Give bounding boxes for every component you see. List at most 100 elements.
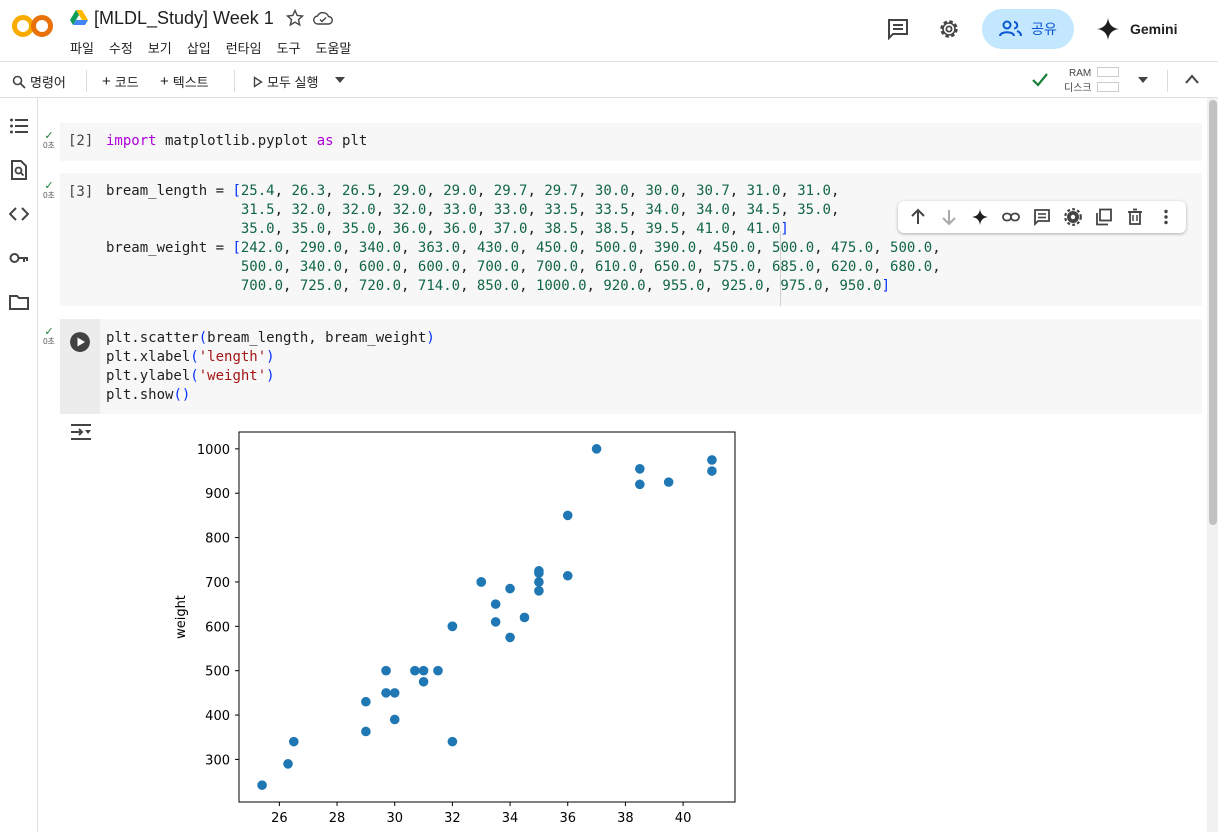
y-tick-label: 600 <box>205 620 230 635</box>
mirror-cell-icon[interactable] <box>1095 208 1113 226</box>
notebook-title[interactable]: [MLDL_Study] Week 1 <box>94 8 274 29</box>
code-token: 'weight' <box>198 368 267 384</box>
files-folder-icon[interactable] <box>9 292 29 312</box>
x-tick-label: 36 <box>559 811 576 826</box>
scatter-point <box>534 568 544 578</box>
delete-trash-icon[interactable] <box>1126 208 1144 226</box>
collapse-chevron-up-icon[interactable] <box>1184 73 1200 85</box>
resource-monitor[interactable]: RAM 디스크 <box>1064 66 1092 96</box>
code-editor[interactable]: plt.scatter(bream_length, bream_weight) … <box>106 329 435 405</box>
comment-icon[interactable] <box>1033 208 1051 226</box>
gemini-button[interactable]: Gemini <box>1096 17 1177 41</box>
code-token: 26.3 <box>291 183 326 199</box>
scatter-point <box>635 464 645 474</box>
cell-settings-gear-icon[interactable] <box>1064 208 1082 226</box>
gemini-sparkle-icon <box>1097 18 1119 40</box>
y-tick-label: 700 <box>205 576 230 591</box>
code-token: 610.0 <box>594 259 638 275</box>
code-cell[interactable]: [2] import matplotlib.pyplot as plt <box>60 123 1202 161</box>
cell-status: ✓ 0초 <box>41 327 57 347</box>
y-tick-label: 1000 <box>197 443 230 458</box>
share-label: 공유 <box>1031 21 1057 37</box>
code-token: 30.0 <box>594 183 629 199</box>
code-cell-active[interactable]: plt.scatter(bream_length, bream_weight) … <box>60 319 1202 414</box>
connected-check-icon[interactable] <box>1030 70 1050 90</box>
menu-edit[interactable]: 수정 <box>109 38 133 57</box>
code-token: 500.0 <box>890 240 933 256</box>
move-down-arrow-icon[interactable] <box>940 208 958 226</box>
menu-view[interactable]: 보기 <box>148 38 172 57</box>
y-tick-label: 800 <box>205 532 230 547</box>
menu-file[interactable]: 파일 <box>70 38 94 57</box>
code-token: 475.0 <box>831 240 874 256</box>
comment-icon[interactable] <box>886 17 910 41</box>
code-token: ] <box>881 278 891 294</box>
scatter-point <box>389 688 400 698</box>
code-token: 39.5 <box>645 221 680 237</box>
ram-usage-bar <box>1097 67 1119 77</box>
code-token: 363.0 <box>417 240 461 256</box>
cell-exec-time: 0초 <box>43 191 55 200</box>
scrollbar-thumb[interactable] <box>1209 100 1217 525</box>
add-text-button[interactable]: + 텍스트 <box>160 72 209 91</box>
command-palette-button[interactable]: 명령어 <box>12 72 66 91</box>
cell-status: ✓ 0초 <box>41 181 57 201</box>
code-token: 35.0 <box>797 202 831 218</box>
scatter-point <box>447 736 458 747</box>
link-icon[interactable] <box>1001 208 1020 226</box>
code-snippets-icon[interactable] <box>9 204 29 224</box>
scatter-point <box>257 780 267 790</box>
code-token: 925.0 <box>721 278 764 294</box>
more-vert-icon[interactable] <box>1157 208 1175 226</box>
code-token: 25.4 <box>240 183 275 199</box>
code-token: 31.0 <box>797 183 831 199</box>
y-tick-label: 400 <box>205 709 230 724</box>
colab-logo[interactable] <box>12 12 54 40</box>
output-actions-icon[interactable] <box>70 422 92 442</box>
star-icon[interactable] <box>286 9 304 27</box>
scatter-point <box>505 583 515 594</box>
code-token: 33.0 <box>493 202 528 218</box>
code-token: 29.0 <box>443 183 477 199</box>
menu-insert[interactable]: 삽입 <box>187 38 211 57</box>
gemini-sparkle-icon[interactable] <box>971 208 989 226</box>
y-tick-label: 300 <box>205 753 230 768</box>
code-token: 500.0 <box>772 240 815 256</box>
scatter-point <box>288 736 299 747</box>
run-cell-play-icon[interactable] <box>70 332 90 352</box>
runtime-dropdown-icon[interactable] <box>1137 76 1149 84</box>
code-token: 33.5 <box>594 202 629 218</box>
ram-label: RAM <box>1069 68 1092 79</box>
code-token: 1000.0 <box>535 278 587 294</box>
table-of-contents-icon[interactable] <box>9 116 29 136</box>
code-cell[interactable]: [3] bream_length = [25.4, 26.3, 26.5, 29… <box>60 173 1202 306</box>
x-tick-label: 32 <box>444 811 461 826</box>
share-button[interactable]: 공유 <box>982 9 1074 49</box>
find-in-document-icon[interactable] <box>9 160 29 180</box>
play-outline-icon <box>253 75 263 88</box>
scatter-point <box>410 665 420 676</box>
run-options-dropdown-icon[interactable] <box>334 76 346 84</box>
scatter-point <box>283 759 293 769</box>
code-token: 34.5 <box>746 202 781 218</box>
move-up-arrow-icon[interactable] <box>909 208 927 226</box>
add-code-button[interactable]: + 코드 <box>102 72 139 91</box>
menu-help[interactable]: 도움말 <box>316 38 352 57</box>
code-editor[interactable]: bream_length = [25.4, 26.3, 26.5, 29.0, … <box>106 182 941 296</box>
scatter-point <box>476 577 487 587</box>
cloud-saved-icon[interactable] <box>313 10 333 26</box>
menu-runtime[interactable]: 런타임 <box>226 38 262 57</box>
menu-tools[interactable]: 도구 <box>277 38 301 57</box>
scatter-point <box>381 688 391 698</box>
ruler-guide <box>780 231 781 306</box>
run-all-button[interactable]: 모두 실행 <box>253 72 318 91</box>
code-token: 714.0 <box>417 278 461 294</box>
secrets-key-icon[interactable] <box>9 248 29 268</box>
y-axis-label: weight <box>174 595 189 639</box>
code-token: ) <box>266 368 275 384</box>
drive-icon[interactable] <box>70 10 88 26</box>
settings-gear-icon[interactable] <box>937 17 961 41</box>
scatter-point <box>433 665 443 676</box>
code-editor[interactable]: import matplotlib.pyplot as plt <box>106 132 367 151</box>
scatter-point <box>490 617 501 627</box>
